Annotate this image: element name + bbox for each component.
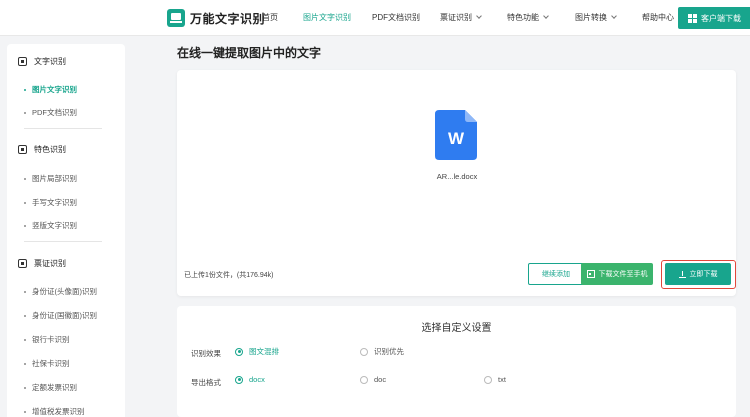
format-label: 导出格式 bbox=[191, 378, 221, 387]
nav-image-convert[interactable]: 图片转换 bbox=[575, 0, 617, 36]
chevron-down-icon bbox=[611, 13, 617, 19]
logo-icon bbox=[167, 9, 185, 27]
nav-ticket-ocr[interactable]: 票证识别 bbox=[440, 0, 482, 36]
settings-panel: 选择自定义设置 识别效果 图文混排 识别优先 导出格式 docx doc txt bbox=[177, 306, 736, 417]
effect-option-mixed[interactable]: 图文混排 bbox=[235, 346, 279, 357]
continue-add-button[interactable]: 继续添加 bbox=[528, 263, 584, 285]
id-card-icon bbox=[18, 259, 27, 268]
client-download-button[interactable]: 客户端下载 bbox=[678, 7, 750, 29]
word-file-icon[interactable]: W bbox=[435, 110, 477, 160]
radio-checked-icon bbox=[235, 375, 243, 384]
format-option-txt[interactable]: txt bbox=[484, 375, 506, 384]
file-name: AR...le.docx bbox=[436, 172, 478, 181]
sidebar-item-idcard-back[interactable]: 身份证(国徽面)识别 bbox=[24, 310, 97, 321]
radio-checked-icon bbox=[235, 347, 243, 356]
sidebar-item-bankcard[interactable]: 银行卡识别 bbox=[24, 334, 70, 345]
format-option-doc[interactable]: doc bbox=[360, 375, 386, 384]
sidebar-item-idcard-front[interactable]: 身份证(头像面)识别 bbox=[24, 286, 97, 297]
nav-features[interactable]: 特色功能 bbox=[507, 0, 549, 36]
upload-panel: W AR...le.docx 已上传1份文件，(共176.94k) 继续添加 下… bbox=[177, 70, 736, 296]
chevron-down-icon bbox=[543, 13, 549, 19]
sidebar-section-ticket-ocr: 票证识别 bbox=[18, 258, 66, 269]
sidebar-item-handwriting-ocr[interactable]: 手写文字识别 bbox=[24, 197, 77, 208]
radio-icon bbox=[484, 375, 492, 384]
format-option-docx[interactable]: docx bbox=[235, 375, 265, 384]
sidebar-item-image-ocr[interactable]: 图片文字识别 bbox=[24, 84, 77, 95]
sidebar-section-special-ocr: 特色识别 bbox=[18, 144, 66, 155]
settings-title: 选择自定义设置 bbox=[421, 323, 492, 334]
effect-label: 识别效果 bbox=[191, 349, 221, 358]
top-header: 万能文字识别 首页 图片文字识别 PDF文档识别 票证识别 特色功能 图片转换 … bbox=[0, 0, 750, 36]
scan-focus-icon bbox=[18, 145, 27, 154]
page-title: 在线一键提取图片中的文字 bbox=[177, 46, 322, 60]
download-icon bbox=[678, 270, 686, 278]
divider bbox=[24, 241, 102, 242]
windows-icon bbox=[688, 13, 697, 23]
nav-home[interactable]: 首页 bbox=[262, 0, 278, 36]
download-now-button[interactable]: 立即下载 bbox=[665, 263, 731, 285]
sidebar: 文字识别 图片文字识别 PDF文档识别 特色识别 图片局部识别 手写文字识别 竖… bbox=[7, 44, 125, 417]
sidebar-section-text-ocr: 文字识别 bbox=[18, 56, 66, 67]
sidebar-item-vertical-ocr[interactable]: 竖版文字识别 bbox=[24, 220, 77, 231]
sidebar-item-vat-invoice[interactable]: 增值税发票识别 bbox=[24, 406, 85, 417]
sidebar-item-pdf-ocr[interactable]: PDF文档识别 bbox=[24, 107, 77, 118]
sidebar-item-social-card[interactable]: 社保卡识别 bbox=[24, 358, 70, 369]
sidebar-item-fixed-invoice[interactable]: 定额发票识别 bbox=[24, 382, 77, 393]
nav-pdf-ocr[interactable]: PDF文档识别 bbox=[372, 0, 420, 36]
qr-code-icon bbox=[586, 270, 595, 278]
scan-text-icon bbox=[18, 57, 27, 66]
svg-text:W: W bbox=[448, 129, 465, 148]
logo[interactable]: 万能文字识别 bbox=[167, 8, 265, 28]
radio-icon bbox=[360, 347, 368, 356]
nav-image-ocr[interactable]: 图片文字识别 bbox=[303, 0, 351, 36]
divider bbox=[24, 128, 102, 129]
effect-option-priority[interactable]: 识别优先 bbox=[360, 346, 404, 357]
nav-help[interactable]: 帮助中心 bbox=[642, 0, 674, 36]
download-to-phone-button[interactable]: 下载文件至手机 bbox=[581, 263, 653, 285]
radio-icon bbox=[360, 375, 368, 384]
logo-text: 万能文字识别 bbox=[190, 11, 266, 26]
upload-info: 已上传1份文件，(共176.94k) bbox=[184, 272, 274, 279]
sidebar-item-partial-ocr[interactable]: 图片局部识别 bbox=[24, 173, 77, 184]
chevron-down-icon bbox=[476, 13, 482, 19]
